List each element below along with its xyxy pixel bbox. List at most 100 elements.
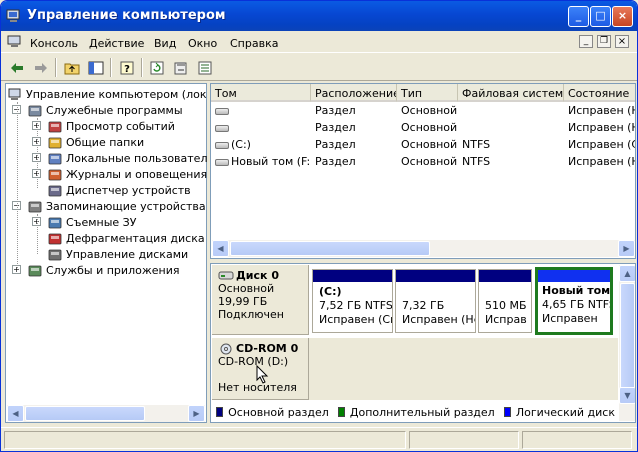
device-manager-icon xyxy=(48,185,62,196)
defrag-icon xyxy=(48,233,62,244)
volume-cell-text: (C:) xyxy=(231,138,251,151)
volume-icon xyxy=(215,141,229,149)
svg-text:?: ? xyxy=(124,64,130,75)
volume-name-cell[interactable]: Новый том (F:) xyxy=(211,155,311,171)
legend-label: Логический диск xyxy=(515,405,615,419)
column-header-layout[interactable]: Расположение xyxy=(311,84,397,102)
export-list-button[interactable] xyxy=(195,58,215,77)
tree-item-label: Службы и приложения xyxy=(46,263,180,277)
tree-item[interactable]: Службы и приложения xyxy=(28,262,179,278)
tree-guide-line xyxy=(17,102,18,268)
storage-icon xyxy=(28,201,42,212)
mdi-close-button[interactable]: × xyxy=(615,35,629,48)
event-viewer-icon xyxy=(48,121,62,132)
partition-new-volume[interactable]: Новый том 4,65 ГБ NTFS Исправен xyxy=(535,267,613,335)
scroll-left-button[interactable]: ◀ xyxy=(212,240,229,257)
tree-item[interactable]: Съемные ЗУ xyxy=(48,214,136,230)
tree-item[interactable]: Запоминающие устройства xyxy=(28,198,206,214)
menu-console[interactable]: Консоль xyxy=(30,37,78,50)
cdrom0-name: CD-ROM 0 xyxy=(236,342,299,355)
partition-status: Исправен xyxy=(542,312,598,325)
show-hide-tree-button[interactable] xyxy=(86,58,106,77)
scroll-right-button[interactable]: ▶ xyxy=(188,405,205,422)
tree-horizontal-scrollbar[interactable]: ◀ ▶ xyxy=(7,405,205,422)
volume-name-cell[interactable] xyxy=(211,104,311,120)
up-level-button[interactable] xyxy=(62,58,82,77)
primary-partition-bar xyxy=(538,270,610,282)
disk0-label[interactable]: Диск 0 Основной 19,99 ГБ Подключен xyxy=(212,265,309,335)
volume-cell: Раздел xyxy=(311,138,397,154)
partition-3[interactable]: 510 МБ Исправ xyxy=(478,269,532,333)
scroll-down-button[interactable]: ▼ xyxy=(619,387,635,404)
partition-status: Исправен (Не xyxy=(402,313,476,326)
tree-item[interactable]: Журналы и оповещения пр xyxy=(48,166,225,182)
disk-vertical-scrollbar[interactable]: ▲ ▼ xyxy=(619,265,635,421)
partition-title: (C:) xyxy=(319,285,342,298)
tree-item-label: Съемные ЗУ xyxy=(66,215,137,229)
tree-item[interactable]: Управление дисками xyxy=(48,246,188,262)
volume-scroll-thumb[interactable] xyxy=(230,241,430,256)
tree-scroll-thumb[interactable] xyxy=(25,406,145,421)
volume-cell-text: Исправен (Не xyxy=(568,155,635,168)
column-header-type[interactable]: Тип xyxy=(397,84,458,102)
minimize-button[interactable]: _ xyxy=(568,6,589,27)
services-icon xyxy=(28,265,42,276)
close-button[interactable]: × xyxy=(612,6,633,27)
tree-item-label: Диспетчер устройств xyxy=(66,183,191,197)
window-title: Управление компьютером xyxy=(27,8,226,23)
title-bar[interactable]: Управление компьютером _ □ × xyxy=(1,1,637,31)
users-icon xyxy=(48,153,62,164)
maximize-button[interactable]: □ xyxy=(590,6,611,27)
shared-folders-icon xyxy=(48,137,62,148)
partition-2[interactable]: 7,32 ГБ Исправен (Не xyxy=(395,269,476,333)
refresh-button[interactable] xyxy=(147,58,167,77)
menu-view[interactable]: Вид xyxy=(154,37,176,50)
menu-window[interactable]: Окно xyxy=(188,37,217,50)
tree-item[interactable]: Дефрагментация диска xyxy=(48,230,205,246)
volume-cell-text: Раздел xyxy=(315,121,356,134)
volume-cell-text: Исправен (Си xyxy=(568,138,635,151)
cdrom0-empty-area[interactable] xyxy=(309,338,618,400)
volume-cell-text: Основной xyxy=(401,121,458,134)
column-header-volume[interactable]: Том xyxy=(211,84,311,102)
menu-action[interactable]: Действие xyxy=(89,37,144,50)
legend-swatch xyxy=(216,407,224,417)
properties-button[interactable] xyxy=(171,58,191,77)
tree-item[interactable]: Локальные пользователи и xyxy=(48,150,225,166)
scroll-right-button[interactable]: ▶ xyxy=(618,240,635,257)
toolbar: ? xyxy=(1,54,637,81)
toolbar-separator xyxy=(141,58,143,77)
mdi-restore-button[interactable]: ❐ xyxy=(597,35,611,48)
help-button[interactable]: ? xyxy=(117,58,137,77)
partition-c[interactable]: (C:) 7,52 ГБ NTFS Исправен (Си xyxy=(312,269,393,333)
scroll-up-button[interactable]: ▲ xyxy=(619,265,635,282)
volume-cell: Основной xyxy=(397,155,458,171)
forward-button[interactable] xyxy=(31,58,51,77)
legend-swatch xyxy=(503,407,511,417)
tree-item[interactable]: Служебные программы xyxy=(28,102,183,118)
menu-help[interactable]: Справка xyxy=(230,37,278,50)
cdrom-icon xyxy=(220,343,232,354)
volume-cell-text: Новый том (F:) xyxy=(231,155,311,168)
system-menu-icon[interactable] xyxy=(7,35,23,49)
computer-icon xyxy=(8,88,21,100)
main-window: Управление компьютером _ □ × Консоль Дей… xyxy=(0,0,638,452)
tree-item[interactable]: Диспетчер устройств xyxy=(48,182,191,198)
legend-swatch xyxy=(337,407,345,417)
tree-item[interactable]: Общие папки xyxy=(48,134,144,150)
partition-size: 7,52 ГБ NTFS xyxy=(319,299,393,312)
mdi-minimize-button[interactable]: _ xyxy=(579,35,593,48)
tree-root[interactable]: Управление компьютером (локаль xyxy=(8,86,227,102)
column-header-status[interactable]: Состояние xyxy=(564,84,635,102)
disk-scroll-thumb[interactable] xyxy=(620,283,635,393)
back-button[interactable] xyxy=(7,58,27,77)
volume-cell-text: Исправен (Не xyxy=(568,104,635,117)
scroll-left-button[interactable]: ◀ xyxy=(7,405,24,422)
tree-item[interactable]: Просмотр событий xyxy=(48,118,175,134)
volume-name-cell[interactable] xyxy=(211,121,311,137)
volume-name-cell[interactable]: (C:) xyxy=(211,138,311,154)
refresh-icon xyxy=(150,61,164,74)
column-header-filesystem[interactable]: Файловая система xyxy=(458,84,564,102)
primary-partition-bar xyxy=(396,270,475,282)
volume-horizontal-scrollbar[interactable]: ◀ ▶ xyxy=(212,240,635,257)
